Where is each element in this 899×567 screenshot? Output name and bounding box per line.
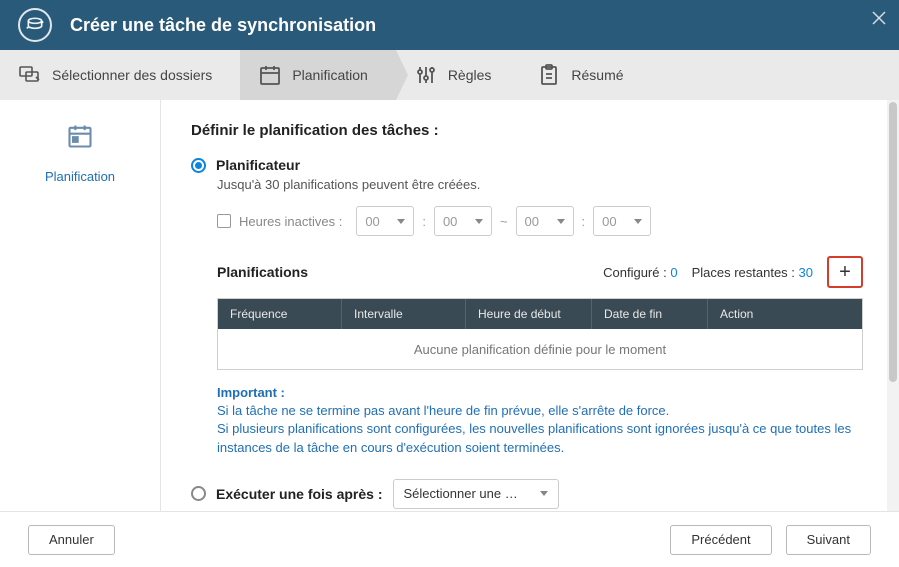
sliders-icon bbox=[414, 63, 438, 87]
configured-count: 0 bbox=[670, 265, 677, 280]
important-label: Important : bbox=[217, 384, 863, 402]
col-frequency: Fréquence bbox=[218, 299, 342, 329]
step-sidebar: Planification bbox=[0, 100, 160, 511]
radio-scheduler[interactable] bbox=[191, 158, 206, 173]
col-end: Date de fin bbox=[592, 299, 708, 329]
scrollbar[interactable] bbox=[887, 100, 899, 511]
configured-label: Configuré : bbox=[603, 265, 667, 280]
next-button[interactable]: Suivant bbox=[786, 525, 871, 555]
scrollbar-thumb[interactable] bbox=[889, 102, 897, 382]
step-summary[interactable]: Résumé bbox=[519, 50, 651, 100]
calendar-icon bbox=[258, 63, 282, 87]
col-interval: Intervalle bbox=[342, 299, 466, 329]
inactive-start-hour-select[interactable]: 00 bbox=[356, 206, 414, 236]
chevron-down-icon bbox=[557, 219, 565, 224]
exec-once-select[interactable]: Sélectionner une … bbox=[393, 479, 559, 509]
wizard-steps: Sélectionner des dossiers Planification … bbox=[0, 50, 899, 100]
step-label: Sélectionner des dossiers bbox=[52, 67, 212, 83]
plans-title: Planifications bbox=[217, 264, 308, 280]
folders-icon bbox=[18, 63, 42, 87]
important-text: Si la tâche ne se termine pas avant l'he… bbox=[217, 402, 863, 420]
add-schedule-button[interactable]: + bbox=[827, 256, 863, 288]
previous-button[interactable]: Précédent bbox=[670, 525, 771, 555]
col-action: Action bbox=[708, 299, 862, 329]
important-text: Si plusieurs planifications sont configu… bbox=[217, 420, 863, 456]
window-title: Créer une tâche de synchronisation bbox=[70, 15, 376, 36]
col-start: Heure de début bbox=[466, 299, 592, 329]
chevron-down-icon bbox=[540, 491, 548, 496]
schedule-table: Fréquence Intervalle Heure de début Date… bbox=[217, 298, 863, 370]
sidebar-label: Planification bbox=[0, 169, 160, 184]
inactive-end-min-select[interactable]: 00 bbox=[593, 206, 651, 236]
exec-once-label: Exécuter une fois après : bbox=[216, 486, 383, 502]
step-planning[interactable]: Planification bbox=[240, 50, 396, 100]
titlebar: Créer une tâche de synchronisation bbox=[0, 0, 899, 50]
remaining-label: Places restantes : bbox=[692, 265, 795, 280]
cancel-button[interactable]: Annuler bbox=[28, 525, 115, 555]
inactive-hours-label: Heures inactives : bbox=[239, 214, 342, 229]
scheduler-label: Planificateur bbox=[216, 157, 300, 173]
step-label: Résumé bbox=[571, 67, 623, 83]
step-select-folders[interactable]: Sélectionner des dossiers bbox=[0, 50, 240, 100]
chevron-down-icon bbox=[475, 219, 483, 224]
close-button[interactable] bbox=[871, 10, 887, 26]
inactive-start-min-select[interactable]: 00 bbox=[434, 206, 492, 236]
calendar-icon bbox=[66, 122, 94, 150]
table-empty-message: Aucune planification définie pour le mom… bbox=[218, 329, 862, 369]
chevron-down-icon bbox=[397, 219, 405, 224]
inactive-hours-checkbox[interactable] bbox=[217, 214, 231, 228]
step-label: Règles bbox=[448, 67, 492, 83]
section-title: Définir le planification des tâches : bbox=[191, 122, 863, 139]
step-label: Planification bbox=[292, 67, 368, 83]
step-rules[interactable]: Règles bbox=[396, 50, 520, 100]
scheduler-desc: Jusqu'à 30 planifications peuvent être c… bbox=[217, 177, 863, 192]
chevron-down-icon bbox=[634, 219, 642, 224]
clipboard-icon bbox=[537, 63, 561, 87]
radio-exec-once[interactable] bbox=[191, 486, 206, 501]
inactive-end-hour-select[interactable]: 00 bbox=[516, 206, 574, 236]
remaining-count: 30 bbox=[799, 265, 813, 280]
sync-icon bbox=[18, 8, 52, 42]
